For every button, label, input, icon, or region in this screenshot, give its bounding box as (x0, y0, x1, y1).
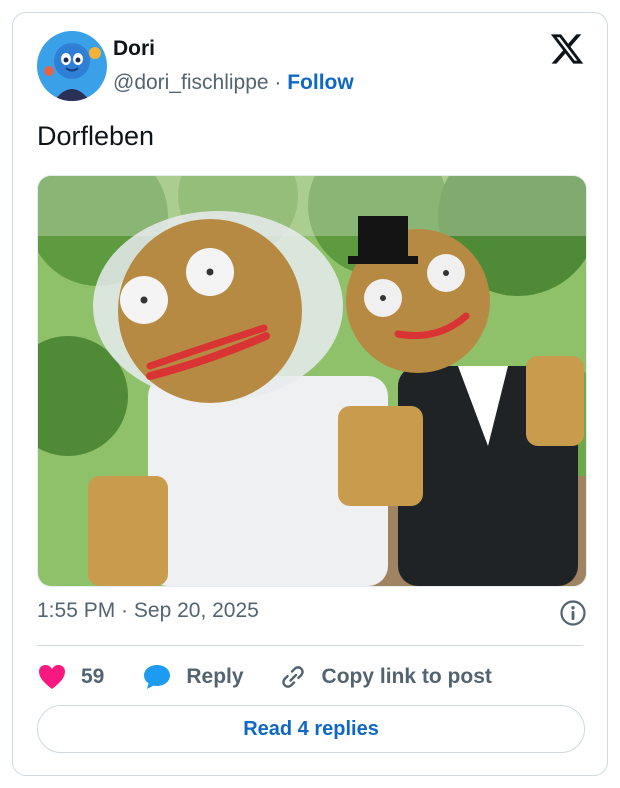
tweet-card: Dori @dori_fischlippe · Follow Dorfleben (12, 12, 608, 776)
copy-link-label: Copy link to post (321, 665, 492, 688)
hay-bale-couple-image (38, 176, 586, 586)
x-logo-icon[interactable] (549, 31, 585, 67)
copy-link-button[interactable]: Copy link to post (278, 663, 492, 691)
reply-label: Reply (186, 665, 244, 688)
reply-button[interactable]: Reply (142, 663, 244, 691)
divider (37, 645, 583, 646)
link-icon (281, 666, 304, 688)
handle-separator: · (268, 71, 288, 94)
tweet-date: Sep 20, 2025 (133, 599, 259, 622)
date-separator: · (115, 599, 134, 622)
timestamp[interactable]: 1:55 PM · Sep 20, 2025 (37, 599, 259, 623)
heart-icon (39, 665, 65, 689)
action-bar: 59 Reply Copy link to post (37, 659, 492, 695)
avatar-image (37, 31, 107, 101)
read-replies-button[interactable]: Read 4 replies (37, 705, 585, 753)
like-count: 59 (81, 665, 105, 688)
avatar[interactable] (37, 31, 107, 101)
info-icon[interactable] (559, 599, 587, 627)
author-handle-row: @dori_fischlippe · Follow (113, 71, 354, 95)
author-name[interactable]: Dori (113, 37, 155, 61)
tweet-time: 1:55 PM (37, 599, 116, 622)
like-button[interactable]: 59 (37, 663, 104, 691)
speech-bubble-icon (144, 665, 171, 689)
author-handle[interactable]: @dori_fischlippe (113, 71, 269, 94)
follow-button[interactable]: Follow (287, 71, 354, 94)
tweet-photo[interactable] (37, 175, 587, 587)
tweet-text: Dorfleben (37, 121, 155, 151)
